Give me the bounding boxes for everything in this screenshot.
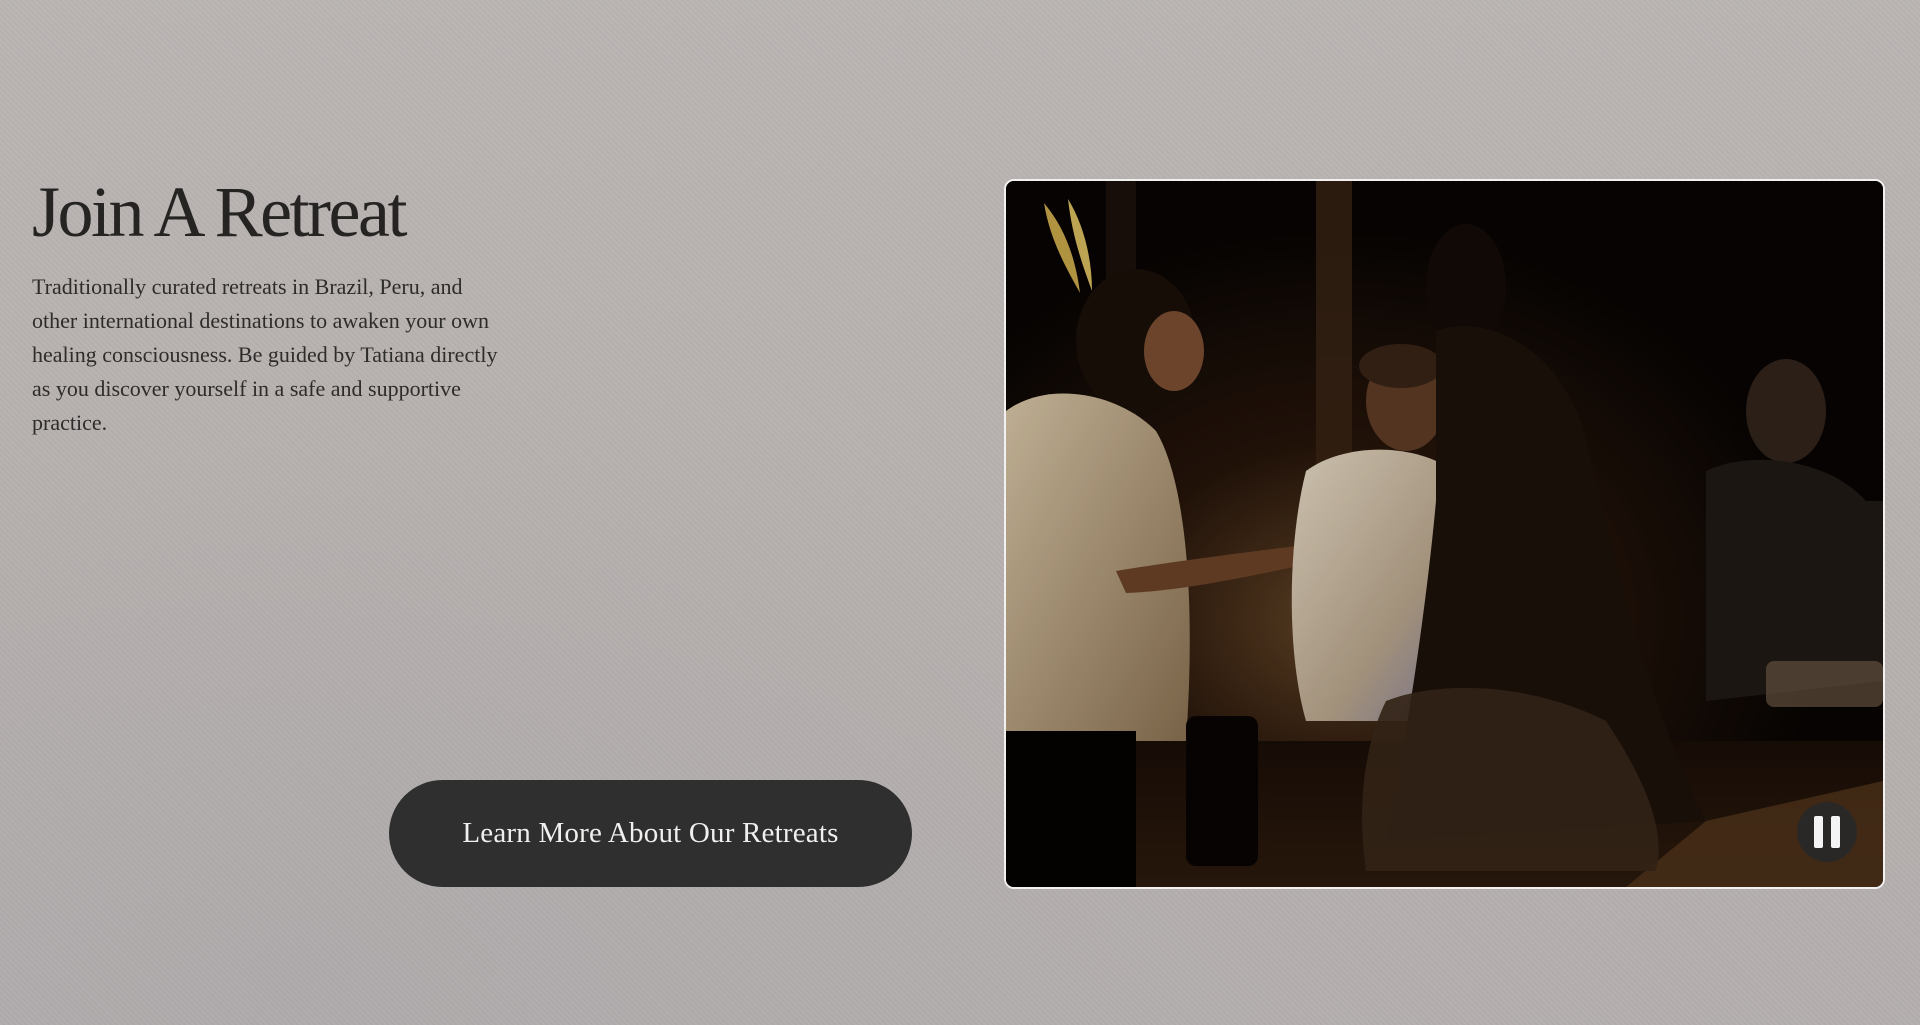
- section-heading: Join A Retreat: [32, 172, 407, 252]
- retreat-section: Join A Retreat Traditionally curated ret…: [0, 0, 1920, 1025]
- pause-icon: [1814, 816, 1823, 848]
- learn-more-retreats-button[interactable]: Learn More About Our Retreats: [389, 780, 912, 887]
- retreat-video[interactable]: [1004, 179, 1885, 889]
- video-frame-image: [1006, 181, 1883, 887]
- pause-icon-bar: [1831, 816, 1840, 848]
- section-description: Traditionally curated retreats in Brazil…: [32, 274, 498, 435]
- video-pause-button[interactable]: [1797, 802, 1857, 862]
